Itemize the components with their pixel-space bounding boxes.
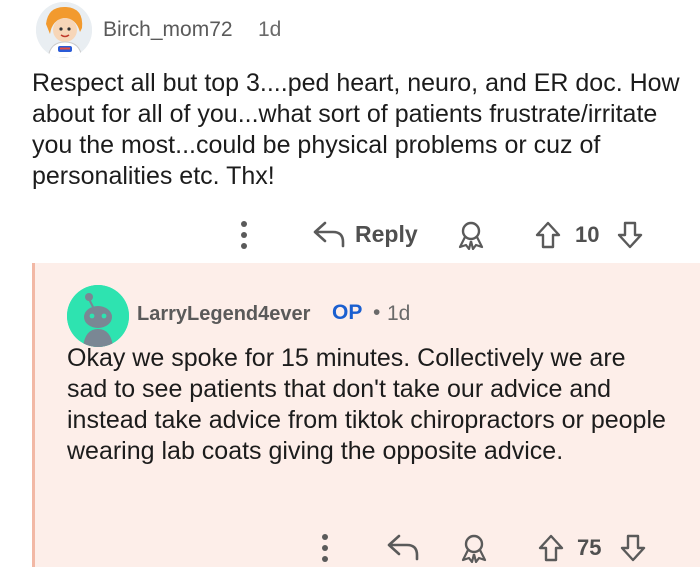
- reply-arrow-icon: [387, 534, 419, 561]
- more-options-icon: [241, 221, 247, 249]
- timestamp: 1d: [387, 302, 411, 325]
- vote-count: 10: [575, 222, 600, 247]
- upvote-button[interactable]: [534, 220, 562, 250]
- reply-button[interactable]: Reply: [313, 220, 418, 248]
- cartoon-avatar-icon: [36, 2, 92, 58]
- award-icon: [458, 221, 484, 250]
- avatar[interactable]: [67, 285, 129, 347]
- downvote-button[interactable]: [616, 220, 644, 250]
- timestamp: 1d: [258, 18, 282, 41]
- downvote-arrow-icon: [620, 534, 646, 562]
- vote-count: 75: [577, 535, 602, 560]
- upvote-arrow-icon: [535, 221, 561, 249]
- comment-birch-mom72: Birch_mom72 1d Respect all but top 3....…: [0, 0, 700, 263]
- award-button[interactable]: [459, 533, 489, 563]
- comment-body: Okay we spoke for 15 minutes. Collective…: [67, 344, 666, 465]
- more-options-button[interactable]: [317, 533, 333, 563]
- reply-button[interactable]: [387, 533, 419, 561]
- comment-body: Respect all but top 3....ped heart, neur…: [32, 69, 680, 190]
- upvote-button[interactable]: [537, 533, 565, 563]
- username[interactable]: LarryLegend4ever: [137, 303, 310, 326]
- more-options-icon: [322, 534, 328, 562]
- upvote-arrow-icon: [538, 534, 564, 562]
- reply-label: Reply: [355, 220, 418, 247]
- downvote-arrow-icon: [617, 221, 643, 249]
- separator-dot: •: [373, 301, 381, 324]
- reply-comment-larrylegend4ever: LarryLegend4ever OP • 1d Okay we spoke f…: [32, 263, 700, 567]
- username[interactable]: Birch_mom72: [103, 18, 233, 42]
- op-badge: OP: [332, 301, 363, 324]
- avatar[interactable]: [36, 2, 92, 58]
- downvote-button[interactable]: [619, 533, 647, 563]
- more-options-button[interactable]: [236, 220, 252, 250]
- reply-arrow-icon: [313, 221, 345, 248]
- snoo-avatar-icon: [67, 285, 129, 347]
- award-icon: [461, 534, 487, 563]
- award-button[interactable]: [456, 220, 486, 250]
